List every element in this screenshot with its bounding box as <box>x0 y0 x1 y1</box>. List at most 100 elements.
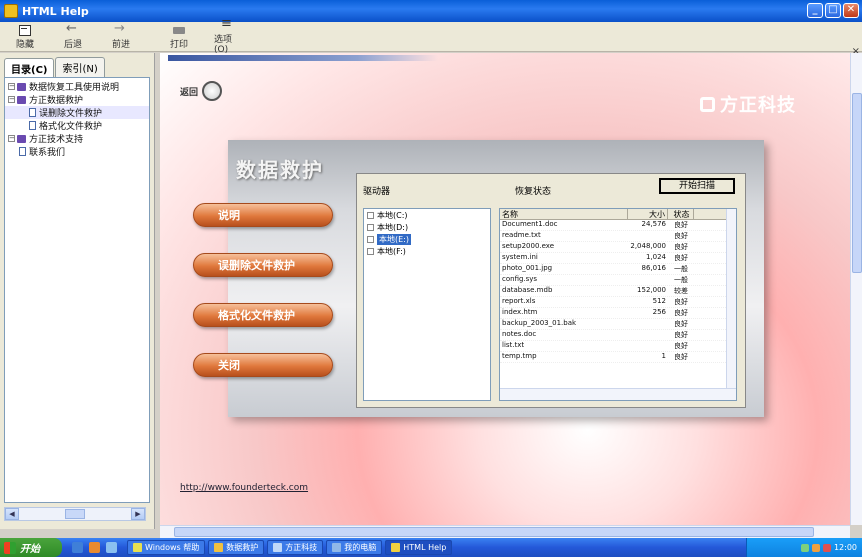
back-button[interactable]: 后退 <box>60 21 86 50</box>
file-status-cell: 良好 <box>674 353 688 361</box>
expand-toggle-icon[interactable] <box>367 247 374 255</box>
drive-item[interactable]: 本地(C:) <box>364 209 490 221</box>
start-button[interactable]: 开始 <box>0 538 62 557</box>
file-status-cell: 一般 <box>674 276 688 284</box>
scroll-right-icon[interactable]: ▶ <box>131 508 145 520</box>
collapse-toggle-icon[interactable]: − <box>8 96 15 103</box>
desktop-icon[interactable] <box>106 542 117 553</box>
formatted-file-rescue-button[interactable]: 格式化文件救护 <box>193 303 333 327</box>
collapse-toggle-icon[interactable]: − <box>8 83 15 90</box>
taskbar-item[interactable]: 方正科技 <box>267 540 324 555</box>
nav-horizontal-scrollbar[interactable]: ◀ ▶ <box>4 507 146 521</box>
expand-toggle-icon[interactable] <box>367 223 374 231</box>
file-name-cell: report.xls <box>502 297 536 305</box>
taskbar-item-label: 方正科技 <box>285 543 318 552</box>
header-strip <box>168 55 438 61</box>
scroll-thumb[interactable] <box>174 527 814 537</box>
scroll-left-icon[interactable]: ◀ <box>5 508 19 520</box>
maximize-button[interactable]: □ <box>825 3 841 18</box>
file-size-cell: 152,000 <box>637 286 666 294</box>
file-row[interactable]: readme.txt 良好 <box>500 231 736 242</box>
tree-node[interactable]: − 方正数据救护 <box>5 93 149 106</box>
print-button[interactable]: 打印 <box>166 24 192 50</box>
tree-node[interactable]: 联系我们 <box>5 145 149 158</box>
hide-button[interactable]: 隐藏 <box>12 24 38 50</box>
taskbar-item[interactable]: Windows 帮助 <box>127 540 206 555</box>
file-row[interactable]: backup_2003_01.bak 良好 <box>500 319 736 330</box>
close-rescue-button[interactable]: 关闭 <box>193 353 333 377</box>
drive-item[interactable]: 本地(D:) <box>364 221 490 233</box>
file-size-cell: 86,016 <box>641 264 667 272</box>
taskbar-item-active[interactable]: HTML Help <box>385 540 453 555</box>
toolbar: 隐藏 后退 前进 打印 选项(O) × <box>0 16 862 57</box>
close-button[interactable]: ✕ <box>843 3 859 18</box>
tab-index[interactable]: 索引(N) <box>55 57 105 77</box>
network-icon[interactable] <box>800 543 809 552</box>
forward-button[interactable]: 前进 <box>108 21 134 50</box>
file-row[interactable]: index.htm 256 良好 <box>500 308 736 319</box>
file-row[interactable]: system.ini 1,024 良好 <box>500 253 736 264</box>
file-row[interactable]: notes.doc 良好 <box>500 330 736 341</box>
file-row[interactable]: report.xls 512 良好 <box>500 297 736 308</box>
file-row[interactable]: Document1.doc 24,576 良好 <box>500 220 736 231</box>
file-row[interactable]: config.sys 一般 <box>500 275 736 286</box>
minimize-button[interactable]: _ <box>807 3 823 18</box>
navigation-pane: 目录(C) 索引(N) − 数据恢复工具使用说明 − 方正数据救护 误删除文件救… <box>0 53 155 529</box>
file-row[interactable]: photo_001.jpg 86,016 一般 <box>500 264 736 275</box>
collapse-toggle-icon[interactable]: − <box>8 135 15 142</box>
taskbar-item[interactable]: 数据救护 <box>208 540 265 555</box>
tree-node-selected[interactable]: 误删除文件救护 <box>5 106 149 119</box>
options-icon <box>220 16 234 31</box>
ie-icon[interactable] <box>72 542 83 553</box>
file-list-vertical-scrollbar[interactable] <box>726 209 736 389</box>
taskbar-item-label: HTML Help <box>403 543 447 552</box>
panel-title: 数据救护 <box>236 158 324 182</box>
column-header-status[interactable]: 状态 <box>668 209 694 219</box>
security-icon[interactable] <box>822 543 831 552</box>
deleted-file-rescue-button[interactable]: 误删除文件救护 <box>193 253 333 277</box>
file-row[interactable]: setup2000.exe 2,048,000 良好 <box>500 242 736 253</box>
file-row[interactable]: temp.tmp 1 良好 <box>500 352 736 363</box>
page-icon <box>19 147 26 156</box>
options-button[interactable]: 选项(O) <box>214 16 240 55</box>
file-list-horizontal-scrollbar[interactable] <box>500 388 736 400</box>
tree-node[interactable]: − 方正技术支持 <box>5 132 149 145</box>
column-header-size[interactable]: 大小 <box>628 209 668 219</box>
tree-node-label: 数据恢复工具使用说明 <box>29 83 120 93</box>
scroll-thumb[interactable] <box>852 93 862 273</box>
expand-toggle-icon[interactable] <box>367 211 374 219</box>
file-name-cell: readme.txt <box>502 231 541 239</box>
folder-icon <box>214 543 224 552</box>
back-link[interactable]: 返回 <box>180 81 223 101</box>
file-row[interactable]: database.mdb 152,000 较差 <box>500 286 736 297</box>
content-horizontal-scrollbar[interactable] <box>160 525 850 538</box>
tab-contents[interactable]: 目录(C) <box>4 58 55 78</box>
brand-name: 方正科技 <box>720 95 796 116</box>
media-icon[interactable] <box>89 542 100 553</box>
start-scan-button[interactable]: 开始扫描 <box>659 178 735 194</box>
file-status-cell: 良好 <box>674 331 688 339</box>
file-rows: Document1.doc 24,576 良好 readme.txt 良好 setup20… <box>500 220 736 363</box>
drive-label-text: 本地(F:) <box>377 246 406 256</box>
drive-item[interactable]: 本地(F:) <box>364 245 490 257</box>
file-row[interactable]: list.txt 良好 <box>500 341 736 352</box>
drive-label-text: 本地(C:) <box>377 210 408 220</box>
hide-icon <box>18 24 32 36</box>
taskbar-item-label: 数据救护 <box>226 543 259 552</box>
file-name-cell: config.sys <box>502 275 538 283</box>
expand-toggle-icon[interactable] <box>367 235 374 243</box>
tree-node[interactable]: − 数据恢复工具使用说明 <box>5 80 149 93</box>
status-label: 恢复状态 <box>515 187 552 197</box>
file-size-cell: 256 <box>652 308 666 316</box>
column-header-name[interactable]: 名称 <box>500 209 628 219</box>
scroll-thumb[interactable] <box>65 509 85 519</box>
homepage-link[interactable]: http://www.founderteck.com <box>180 483 308 493</box>
help-button[interactable]: 说明 <box>193 203 333 227</box>
drive-item-selected[interactable]: 本地(E:) <box>364 233 490 245</box>
content-vertical-scrollbar[interactable] <box>850 53 862 525</box>
tree-node[interactable]: 格式化文件救护 <box>5 119 149 132</box>
file-size-cell <box>628 275 668 285</box>
taskbar-item[interactable]: 我的电脑 <box>326 540 383 555</box>
file-status-cell: 良好 <box>674 309 688 317</box>
volume-icon[interactable] <box>811 543 820 552</box>
